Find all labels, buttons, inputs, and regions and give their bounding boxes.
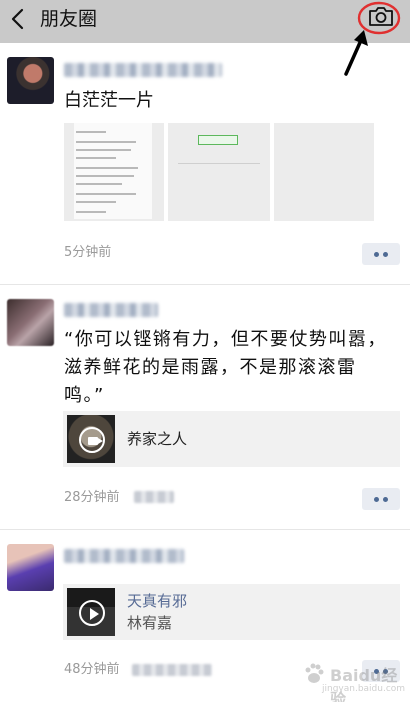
blurred-source <box>132 664 212 676</box>
shared-music-card[interactable]: 天真有邪 林宥嘉 <box>63 584 400 640</box>
watermark-url: jingyan.baidu.com <box>322 684 406 694</box>
annotation-arrow-icon <box>344 30 368 76</box>
post-image[interactable] <box>168 123 270 221</box>
author-name-blurred[interactable] <box>64 63 222 77</box>
post-text: 白茫茫一片 <box>64 90 154 111</box>
post-text: “你可以铿锵有力，但不要仗势叫嚣，滋养鲜花的是雨露，不是那滚滚雷鸣。” <box>64 329 387 406</box>
author-name-blurred[interactable] <box>64 549 184 563</box>
music-title: 天真有邪 <box>127 592 188 610</box>
blurred-source <box>134 491 174 503</box>
watermark-text: Baidu经验 <box>330 666 398 702</box>
paw-icon <box>305 663 324 683</box>
play-icon[interactable] <box>79 600 105 626</box>
post-time: 5分钟前 <box>64 245 112 260</box>
page-title: 朋友圈 <box>40 8 98 30</box>
video-icon <box>79 427 105 453</box>
author-name-blurred[interactable] <box>64 303 158 317</box>
divider <box>0 284 410 285</box>
music-artist: 林宥嘉 <box>127 614 173 632</box>
more-options-button[interactable] <box>362 488 400 510</box>
avatar[interactable] <box>7 544 54 591</box>
music-thumbnail <box>67 588 115 636</box>
chevron-left-icon[interactable] <box>8 7 28 31</box>
watermark: Baidu经验 jingyan.baidu.com <box>298 656 406 702</box>
divider <box>0 529 410 530</box>
avatar[interactable] <box>7 57 54 104</box>
more-options-button[interactable] <box>362 243 400 265</box>
post-image[interactable] <box>64 123 164 221</box>
shared-video-title: 养家之人 <box>127 430 188 448</box>
avatar[interactable] <box>7 299 54 346</box>
post-time: 28分钟前 <box>64 490 120 505</box>
video-thumbnail <box>67 415 115 463</box>
shared-video-card[interactable]: 养家之人 <box>63 411 400 467</box>
post-time: 48分钟前 <box>64 662 120 677</box>
post-image[interactable] <box>274 123 374 221</box>
moments-page: 朋友圈 白茫茫一片 5分钟前 “你可以铿锵有力，但不要仗势叫嚣，滋养鲜花的是雨露… <box>0 0 410 702</box>
